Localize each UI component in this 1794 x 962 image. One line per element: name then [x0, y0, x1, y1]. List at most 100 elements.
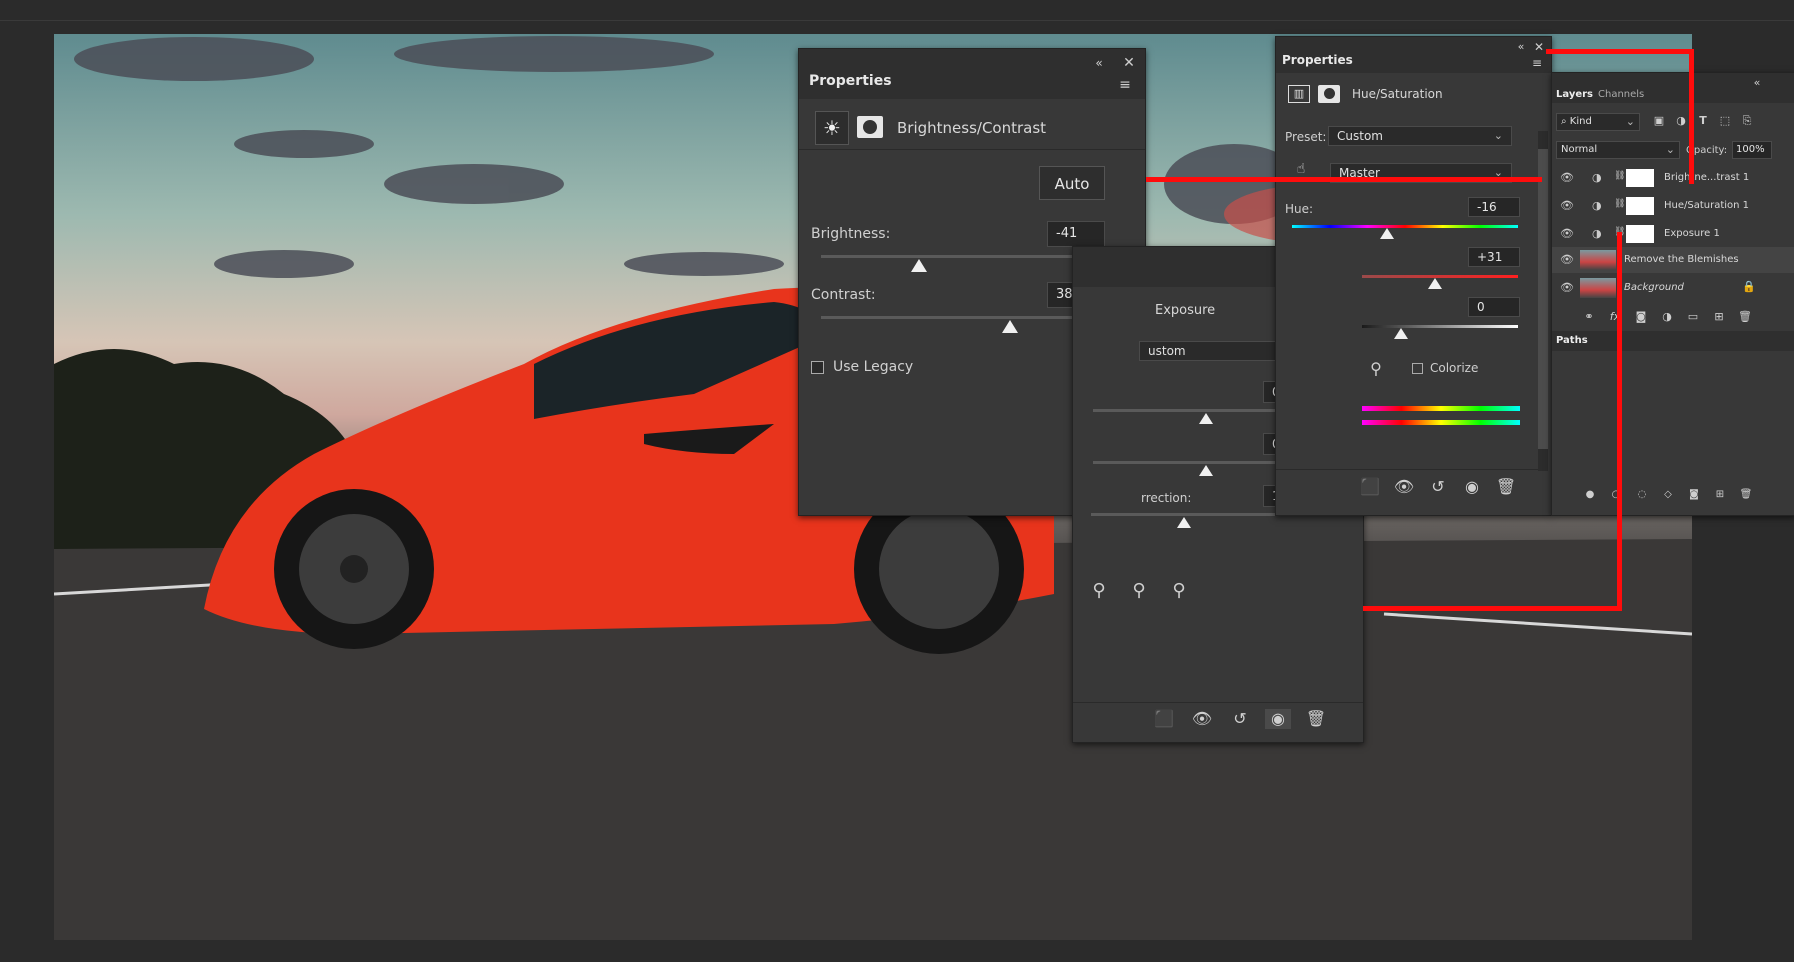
visibility-icon[interactable]: ◉	[1460, 477, 1484, 497]
layer-row[interactable]: 👁 ◑ ⛓ Brightne...trast 1	[1552, 165, 1794, 191]
reset-icon[interactable]: ↺	[1426, 477, 1450, 497]
make-work-path-icon[interactable]: ◇	[1660, 485, 1676, 505]
gamma-slider-thumb[interactable]	[1177, 517, 1191, 528]
search-icon: ⌕	[1561, 116, 1567, 127]
layer-thumbnail[interactable]	[1580, 278, 1616, 298]
view-previous-icon[interactable]: 👁	[1189, 709, 1215, 729]
layer-name: Background	[1624, 282, 1684, 293]
reset-icon[interactable]: ↺	[1227, 709, 1253, 729]
eye-icon[interactable]: 👁	[1560, 281, 1574, 294]
layer-row[interactable]: 👁 ◑ ⛓ Hue/Saturation 1	[1552, 193, 1794, 219]
tab-channels[interactable]: Channels	[1598, 89, 1644, 100]
link-icon[interactable]: ⛓	[1614, 199, 1625, 209]
brightness-slider-thumb[interactable]	[911, 259, 927, 272]
exposure-slider-thumb[interactable]	[1199, 413, 1213, 424]
filter-smart-object-icon[interactable]: ⎘	[1738, 111, 1756, 131]
opacity-field[interactable]: 100%	[1732, 141, 1772, 159]
adjustment-name: Brightness/Contrast	[897, 119, 1047, 137]
layer-filter-dropdown[interactable]: ⌕ Kind ⌄	[1556, 113, 1640, 131]
add-mask-icon[interactable]: ◙	[1632, 307, 1650, 327]
lightness-track[interactable]	[1362, 325, 1518, 328]
adjustment-layer-icon: ◑	[1592, 227, 1602, 240]
use-legacy-label: Use Legacy	[833, 359, 914, 375]
targeted-adjustment-hand-icon[interactable]: ☝	[1290, 159, 1312, 179]
view-previous-icon[interactable]: 👁	[1392, 477, 1416, 497]
filter-adjustment-icon[interactable]: ◑	[1672, 111, 1690, 131]
eyedropper-icon[interactable]: ⚲	[1364, 359, 1388, 379]
new-layer-icon[interactable]: ⊞	[1710, 307, 1728, 327]
contrast-track[interactable]	[821, 316, 1103, 319]
layer-mask-thumbnail[interactable]	[1626, 225, 1654, 243]
use-legacy-checkbox[interactable]	[811, 361, 824, 374]
layer-mask-thumbnail[interactable]	[1626, 197, 1654, 215]
layer-thumbnail[interactable]	[1580, 250, 1616, 270]
eyedropper-black-icon[interactable]: ⚲	[1087, 581, 1111, 601]
folder-icon[interactable]: ▭	[1684, 307, 1702, 327]
new-path-icon[interactable]: ⊞	[1712, 485, 1728, 505]
contrast-label: Contrast:	[811, 287, 876, 303]
add-mask-icon[interactable]: ◙	[1686, 485, 1702, 505]
preset-dropdown[interactable]: Custom ⌄	[1328, 126, 1512, 146]
layer-row[interactable]: 👁 Background 🔒	[1552, 275, 1794, 301]
link-icon[interactable]: ⛓	[1614, 171, 1625, 181]
lightness-slider-thumb[interactable]	[1394, 328, 1408, 339]
annotation-line	[1146, 177, 1542, 182]
auto-button[interactable]: Auto	[1039, 166, 1105, 200]
clip-to-layer-icon[interactable]: ⬛	[1151, 709, 1177, 729]
chevron-down-icon: ⌄	[1665, 143, 1675, 156]
offset-slider-thumb[interactable]	[1199, 465, 1213, 476]
link-layers-icon[interactable]: ⚭	[1580, 307, 1598, 327]
mask-icon[interactable]	[857, 116, 883, 138]
blend-mode-dropdown[interactable]: Normal ⌄	[1556, 141, 1680, 159]
delete-icon[interactable]: 🗑	[1494, 477, 1518, 497]
eye-icon[interactable]: 👁	[1560, 227, 1574, 240]
delete-path-icon[interactable]: 🗑	[1738, 485, 1754, 505]
layer-row[interactable]: 👁 ◑ ⛓ Exposure 1	[1552, 221, 1794, 247]
close-icon[interactable]: ✕	[1119, 53, 1139, 73]
panel-scrollbar[interactable]	[1538, 131, 1548, 471]
layer-row[interactable]: 👁 Remove the Blemishes	[1552, 247, 1794, 273]
eye-icon[interactable]: 👁	[1560, 253, 1574, 266]
new-adjustment-icon[interactable]: ◑	[1658, 307, 1676, 327]
saturation-slider-thumb[interactable]	[1428, 278, 1442, 289]
colorize-label: Colorize	[1430, 361, 1479, 375]
tab-paths[interactable]: Paths	[1556, 335, 1588, 346]
brightness-track[interactable]	[821, 255, 1103, 258]
brightness-field[interactable]: -41	[1047, 221, 1105, 247]
delete-icon[interactable]: 🗑	[1303, 709, 1329, 729]
visibility-icon[interactable]: ◉	[1265, 709, 1291, 729]
load-selection-icon[interactable]: ◌	[1634, 485, 1650, 505]
saturation-field[interactable]: +31	[1468, 247, 1520, 267]
clip-to-layer-icon[interactable]: ⬛	[1358, 477, 1382, 497]
hue-slider-thumb[interactable]	[1380, 228, 1394, 239]
delete-layer-icon[interactable]: 🗑	[1736, 307, 1754, 327]
chevron-down-icon: ⌄	[1625, 115, 1635, 128]
eyedropper-gray-icon[interactable]: ⚲	[1127, 581, 1151, 601]
paths-header	[1552, 331, 1794, 351]
gamma-label: rrection:	[1141, 491, 1192, 505]
color-bar-top	[1362, 406, 1520, 411]
annotation-line	[1363, 606, 1622, 611]
filter-type-icon[interactable]: T	[1694, 111, 1712, 131]
layer-mask-thumbnail[interactable]	[1626, 169, 1654, 187]
eyedropper-white-icon[interactable]: ⚲	[1167, 581, 1191, 601]
layers-panel: « Layers Channels ⌕ Kind ⌄ ▣ ◑ T ⬚ ⎘ Norm…	[1551, 72, 1794, 516]
filter-shape-icon[interactable]: ⬚	[1716, 111, 1734, 131]
contrast-slider-thumb[interactable]	[1002, 320, 1018, 333]
fill-path-icon[interactable]: ●	[1582, 485, 1598, 505]
mask-icon[interactable]	[1318, 85, 1340, 103]
hue-field[interactable]: -16	[1468, 197, 1520, 217]
filter-pixel-icon[interactable]: ▣	[1650, 111, 1668, 131]
panel-menu-icon[interactable]: ≡	[1115, 75, 1135, 95]
lightness-field[interactable]: 0	[1468, 297, 1520, 317]
colorize-checkbox[interactable]	[1412, 363, 1423, 374]
tab-layers[interactable]: Layers	[1556, 89, 1593, 100]
hue-track[interactable]	[1292, 225, 1518, 228]
lock-icon[interactable]: 🔒	[1742, 280, 1756, 293]
eye-icon[interactable]: 👁	[1560, 199, 1574, 212]
panel-menu-icon[interactable]: ≡	[1528, 53, 1546, 73]
hue-label: Hue:	[1285, 202, 1314, 216]
collapse-icon[interactable]: «	[1748, 73, 1766, 93]
eye-icon[interactable]: 👁	[1560, 171, 1574, 184]
collapse-icon[interactable]: «	[1089, 53, 1109, 73]
